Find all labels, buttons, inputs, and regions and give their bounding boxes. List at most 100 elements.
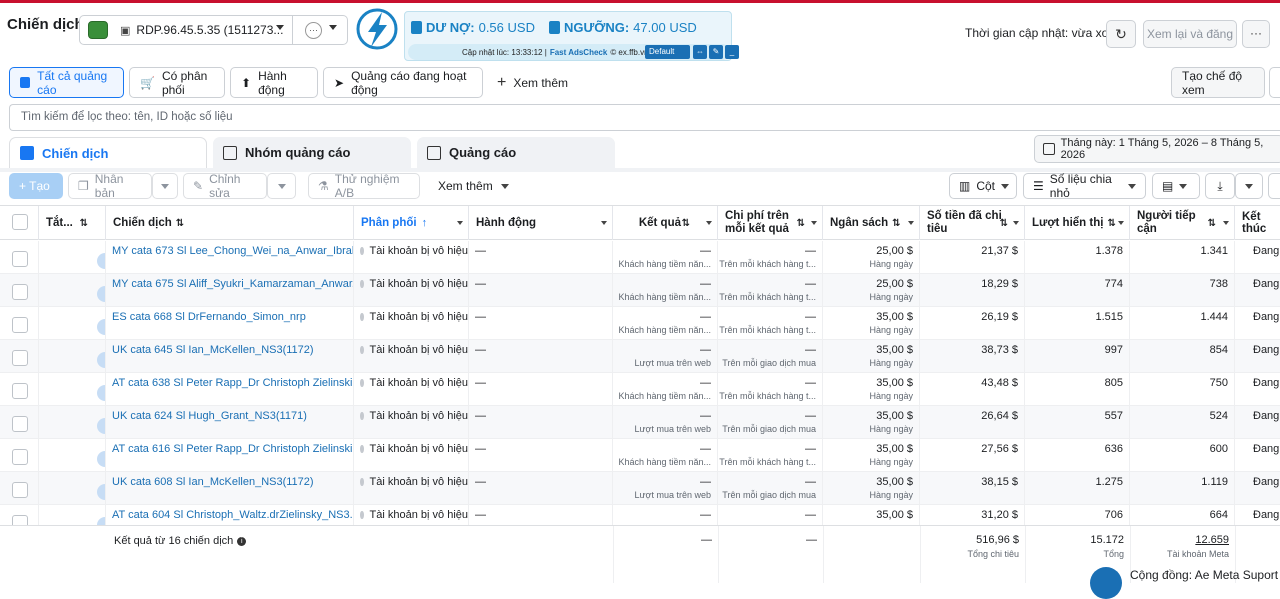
export-button[interactable]: ⤓ <box>1205 173 1235 199</box>
table-row[interactable]: AT cata 616 Sl Peter Rapp_Dr Christoph Z… <box>0 439 1280 472</box>
chevron-down-icon <box>1118 221 1124 225</box>
row-checkbox[interactable] <box>12 251 28 267</box>
more-actions-button[interactable]: Xem thêm <box>438 173 509 199</box>
tab-campaigns[interactable]: Chiến dịch <box>9 137 207 168</box>
campaign-toggle[interactable] <box>97 517 105 525</box>
account-extra-selector[interactable]: ··· <box>293 15 348 45</box>
campaign-toggle[interactable] <box>97 484 105 500</box>
row-checkbox[interactable] <box>12 515 28 525</box>
duplicate-button[interactable]: ❐ Nhân bản <box>68 172 152 200</box>
duplicate-dropdown[interactable] <box>152 173 178 199</box>
create-view-button[interactable]: Tạo chế độ xem <box>1171 67 1265 98</box>
summary-reach-value[interactable]: 12.659 <box>1130 534 1229 546</box>
campaign-name-link[interactable]: AT cata 616 Sl Peter Rapp_Dr Christoph Z… <box>106 439 353 455</box>
info-icon[interactable]: i <box>237 536 247 546</box>
campaign-toggle[interactable] <box>97 352 105 368</box>
header-actions[interactable]: Hành động <box>469 206 613 240</box>
row-checkbox[interactable] <box>12 449 28 465</box>
header-amount-spent[interactable]: Số tiền đã chi tiêu ⇅ <box>920 206 1025 240</box>
campaign-name-link[interactable]: ES cata 668 Sl DrFernando_Simon_nrp <box>106 307 353 323</box>
edit-button[interactable]: ✎ Chỉnh sửa <box>183 172 267 200</box>
campaign-name-link[interactable]: AT cata 638 Sl Peter Rapp_Dr Christoph Z… <box>106 373 353 389</box>
header-results[interactable]: Kết quả ⇅ <box>613 206 718 240</box>
table-row[interactable]: UK cata 608 Sl Ian_McKellen_NS3(1172) Tài… <box>0 472 1280 505</box>
campaign-name-link[interactable]: MY cata 675 Sl Aliff_Syukri_Kamarzaman_A… <box>106 274 353 290</box>
campaign-name-link[interactable]: AT cata 604 Sl Christoph_Waltz.drZielins… <box>106 505 353 521</box>
header-budget[interactable]: Ngân sách ⇅ <box>823 206 920 240</box>
campaign-toggle[interactable] <box>97 385 105 401</box>
delivery-status: Tài khoản bị vô hiệu <box>369 245 468 257</box>
header-cost-per-result[interactable]: Chi phí trên mỗi kết quả ⇅ <box>718 206 823 240</box>
table-row[interactable]: UK cata 624 Sl Hugh_Grant_NS3(1171) Tài k… <box>0 406 1280 439</box>
row-checkbox[interactable] <box>12 416 28 432</box>
cpr-cell: — Trên mỗi khách hàng t... <box>718 373 823 406</box>
search-input[interactable]: Tìm kiếm để lọc theo: tên, ID hoặc số li… <box>9 104 1280 131</box>
row-checkbox[interactable] <box>12 482 28 498</box>
campaign-name-link[interactable]: UK cata 645 Sl Ian_McKellen_NS3(1172) <box>106 340 353 356</box>
reach-value: 738 <box>1209 278 1228 290</box>
refresh-button[interactable]: ↻ <box>1106 20 1136 48</box>
end-cell: Đang <box>1235 307 1280 340</box>
table-row[interactable]: ES cata 668 Sl DrFernando_Simon_nrp Tài k… <box>0 307 1280 340</box>
ab-test-button[interactable]: ⚗ Thử nghiệm A/B <box>308 172 420 200</box>
account-selector[interactable]: ▣ RDP.96.45.5.35 (1511273... <box>79 15 293 45</box>
columns-button[interactable]: ▥ Cột <box>949 173 1017 199</box>
profile-dropdown[interactable]: Default <box>645 45 690 59</box>
reach-cell: 1.119 <box>1130 472 1235 505</box>
header-impressions[interactable]: Lượt hiển thị ⇅ <box>1025 206 1130 240</box>
campaign-toggle[interactable] <box>97 286 105 302</box>
campaign-toggle[interactable] <box>97 418 105 434</box>
row-checkbox[interactable] <box>12 350 28 366</box>
header-delivery[interactable]: Phân phối ↑ <box>354 206 469 240</box>
filter-actions[interactable]: ⬆ Hành động <box>230 67 318 98</box>
campaign-toggle[interactable] <box>97 319 105 335</box>
tab-ads[interactable]: Quảng cáo <box>417 137 615 168</box>
header-impressions-label: Lượt hiển thị <box>1032 217 1104 229</box>
table-row[interactable]: UK cata 645 Sl Ian_McKellen_NS3(1172) Tài… <box>0 340 1280 373</box>
minimize-icon[interactable]: _ <box>725 45 739 59</box>
create-button[interactable]: + Tạo <box>9 173 63 199</box>
campaign-name-link[interactable]: UK cata 624 Sl Hugh_Grant_NS3(1171) <box>106 406 353 422</box>
table-row[interactable]: MY cata 673 Sl Lee_Chong_Wei_na_Anwar_Ib… <box>0 241 1280 274</box>
tab-adsets[interactable]: Nhóm quảng cáo <box>213 137 411 168</box>
review-publish-button[interactable]: Xem lại và đăng <box>1143 20 1237 48</box>
campaign-toggle[interactable] <box>97 451 105 467</box>
edit-icon[interactable]: ✎ <box>709 45 723 59</box>
filter-add-more[interactable]: + Xem thêm <box>497 67 568 98</box>
status-dot-icon <box>360 280 364 288</box>
header-end[interactable]: Kết thúc <box>1235 206 1280 240</box>
header-select-all[interactable] <box>0 206 39 240</box>
expand-icon[interactable]: ⇔ <box>693 45 707 59</box>
campaign-name-link[interactable]: UK cata 608 Sl Ian_McKellen_NS3(1172) <box>106 472 353 488</box>
account-extra-indicator: ··· <box>305 22 322 39</box>
table-row[interactable]: MY cata 675 Sl Aliff_Syukri_Kamarzaman_A… <box>0 274 1280 307</box>
filter-active-ads[interactable]: ➤ Quảng cáo đang hoạt động <box>323 67 483 98</box>
header-campaign[interactable]: Chiến dịch ⇅ <box>106 206 354 240</box>
row-checkbox[interactable] <box>12 284 28 300</box>
reports-button[interactable]: ▤ <box>1152 173 1200 199</box>
row-checkbox[interactable] <box>12 383 28 399</box>
extra-tool-button[interactable] <box>1268 173 1280 199</box>
campaign-name-link[interactable]: MY cata 673 Sl Lee_Chong_Wei_na_Anwar_Ib… <box>106 241 353 257</box>
header-toggle[interactable]: Tắt... ⇅ <box>39 206 106 240</box>
filter-all-ads[interactable]: Tất cả quảng cáo <box>9 67 124 98</box>
table-row[interactable]: AT cata 638 Sl Peter Rapp_Dr Christoph Z… <box>0 373 1280 406</box>
community-widget[interactable]: Cộng đồng: Ae Meta Suport <box>1090 567 1280 599</box>
row-checkbox[interactable] <box>12 317 28 333</box>
select-all-checkbox[interactable] <box>12 214 28 230</box>
end-value: Đang <box>1253 311 1280 323</box>
extra-filter-button[interactable] <box>1269 67 1280 98</box>
columns-icon: ▥ <box>959 179 971 193</box>
campaign-toggle[interactable] <box>97 253 105 269</box>
filter-has-delivery[interactable]: 🛒 Có phân phối <box>129 67 225 98</box>
lightning-logo-icon[interactable] <box>356 6 398 52</box>
edit-dropdown[interactable] <box>267 173 296 199</box>
table-row[interactable]: AT cata 604 Sl Christoph_Waltz.drZielins… <box>0 505 1280 525</box>
export-dropdown[interactable] <box>1235 173 1263 199</box>
more-options-button[interactable]: ··· <box>1242 20 1270 48</box>
header-reach[interactable]: Người tiếp cận ⇅ <box>1130 206 1235 240</box>
flask-icon: ⚗ <box>318 179 329 193</box>
breakdown-button[interactable]: ☰ Số liệu chia nhỏ <box>1023 172 1146 200</box>
date-range-picker[interactable]: Tháng này: 1 Tháng 5, 2026 – 8 Tháng 5, … <box>1034 135 1280 163</box>
budget-subtext: Hàng ngày <box>869 325 913 335</box>
